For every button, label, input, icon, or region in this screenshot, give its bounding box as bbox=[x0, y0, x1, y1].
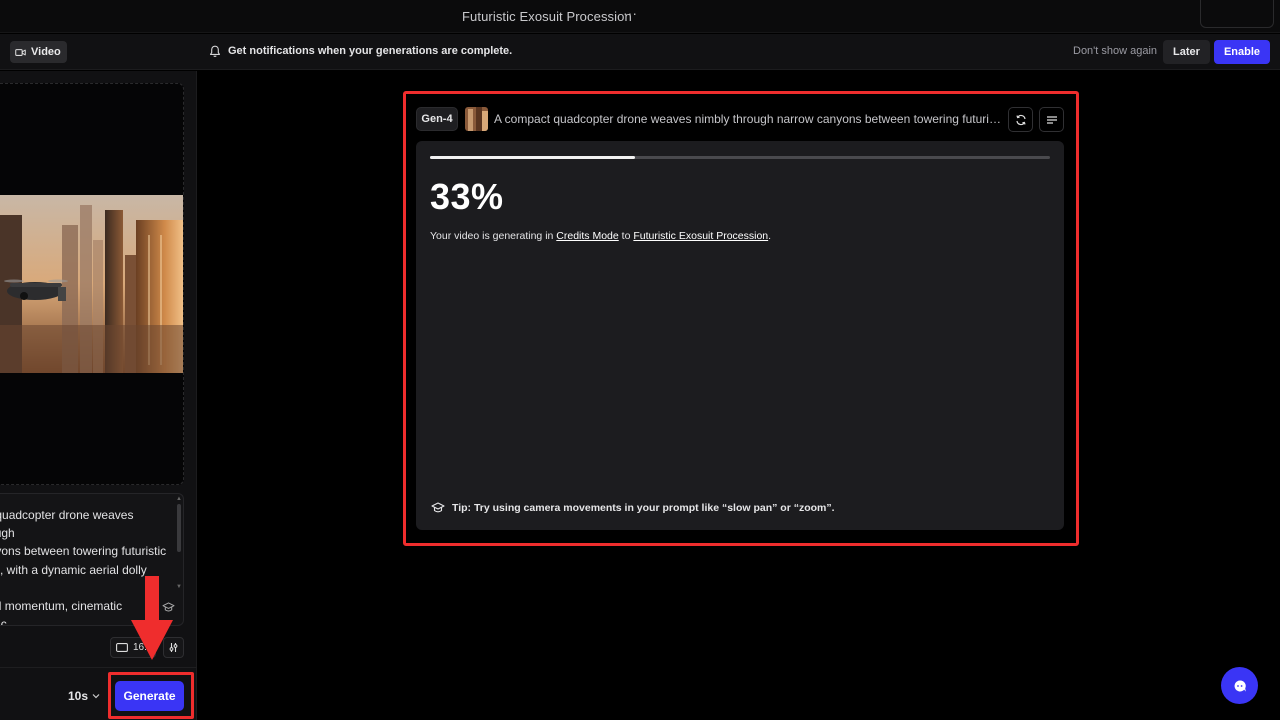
project-title[interactable]: Futuristic Exosuit Procession bbox=[462, 9, 632, 24]
dont-show-again-link[interactable]: Don't show again bbox=[1073, 45, 1157, 57]
later-button[interactable]: Later bbox=[1163, 40, 1210, 64]
top-bar: Futuristic Exosuit Procession ··· bbox=[0, 0, 1280, 33]
chat-support-button[interactable] bbox=[1221, 667, 1258, 704]
highlight-generation-card bbox=[403, 91, 1079, 546]
highlight-generate-button bbox=[108, 672, 194, 719]
duration-select[interactable]: 10s bbox=[63, 683, 105, 709]
drone-city-image bbox=[0, 195, 183, 373]
prompt-scrollbar[interactable] bbox=[177, 504, 181, 552]
arrow-down-icon bbox=[131, 576, 173, 660]
video-mode-chip[interactable]: Video bbox=[10, 41, 67, 63]
video-mode-label: Video bbox=[31, 46, 61, 58]
project-more-button[interactable]: ··· bbox=[623, 5, 637, 21]
chat-icon bbox=[1234, 679, 1246, 692]
input-image-area[interactable] bbox=[0, 83, 184, 485]
aspect-ratio-icon bbox=[116, 643, 128, 652]
scroll-up-arrow[interactable]: ▲ bbox=[176, 496, 182, 502]
duration-value: 10s bbox=[67, 689, 89, 703]
chevron-down-icon bbox=[92, 694, 100, 699]
scroll-down-arrow[interactable]: ▼ bbox=[176, 584, 182, 590]
bell-icon bbox=[209, 45, 221, 58]
enable-button[interactable]: Enable bbox=[1214, 40, 1270, 64]
video-icon bbox=[15, 48, 26, 56]
notification-message: Get notifications when your generations … bbox=[228, 45, 513, 57]
divider bbox=[0, 667, 197, 668]
notification-bar: Video Get notifications when your genera… bbox=[0, 34, 1280, 70]
account-button[interactable] bbox=[1200, 0, 1274, 28]
